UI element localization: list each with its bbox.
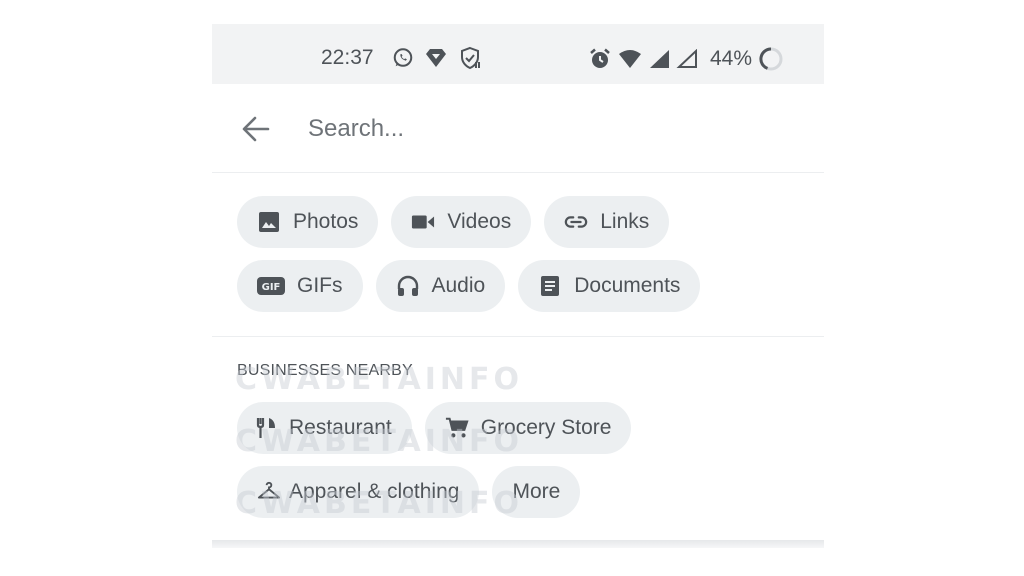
gif-icon: GIF: [257, 274, 285, 298]
wifi-icon: [618, 49, 642, 69]
status-bar: 22:37 44%: [212, 24, 824, 84]
restaurant-icon: [255, 416, 279, 440]
bottom-edge-shadow: [212, 540, 824, 548]
phone-screen: 22:37 44% Search... Photos Videos Links …: [212, 24, 824, 548]
search-bar: [212, 84, 824, 173]
whatsapp-icon: [392, 47, 414, 69]
chip-audio[interactable]: Audio: [375, 260, 506, 312]
chip-label: Videos: [447, 210, 512, 233]
chip-documents[interactable]: Documents: [518, 260, 701, 312]
chip-label: Documents: [574, 274, 681, 297]
business-category-chips: Restaurant Grocery Store Apparel & cloth…: [237, 402, 817, 530]
chip-more[interactable]: More: [492, 466, 581, 518]
hanger-icon: [257, 480, 281, 504]
chip-gifs[interactable]: GIF GIFs: [237, 260, 363, 312]
status-system-icons: 44%: [588, 46, 784, 72]
vpn-diamond-icon: [424, 48, 448, 68]
battery-percentage: 44%: [710, 47, 753, 70]
businesses-nearby-heading: BUSINESSES NEARBY: [237, 362, 413, 379]
chip-restaurant[interactable]: Restaurant: [237, 402, 412, 454]
chip-label: Restaurant: [289, 416, 392, 439]
status-notification-icons: [392, 46, 482, 70]
search-input[interactable]: [306, 110, 780, 148]
battery-ring-icon: [758, 46, 784, 72]
chip-videos[interactable]: Videos: [391, 196, 532, 248]
chip-row: Restaurant Grocery Store: [237, 402, 817, 454]
chip-label: Photos: [293, 210, 359, 233]
signal-icon: [648, 49, 670, 69]
chip-row: Apparel & clothing More: [237, 466, 817, 518]
chip-label: Grocery Store: [480, 416, 612, 439]
chip-row: GIF GIFs Audio Documents: [237, 260, 817, 312]
chip-photos[interactable]: Photos: [237, 196, 379, 248]
status-time: 22:37: [321, 46, 374, 69]
document-icon: [538, 274, 562, 298]
chip-label: Audio: [431, 274, 486, 297]
alarm-icon: [588, 47, 612, 71]
back-arrow-icon[interactable]: [240, 114, 272, 144]
shield-check-icon: [458, 46, 482, 70]
chip-links[interactable]: Links: [544, 196, 670, 248]
chip-label: Links: [600, 210, 650, 233]
videocam-icon: [411, 210, 435, 234]
chip-row: Photos Videos Links: [237, 196, 817, 248]
signal-empty-icon: [676, 49, 698, 69]
image-icon: [257, 210, 281, 234]
cart-icon: [445, 416, 469, 440]
svg-text:GIF: GIF: [262, 282, 281, 293]
chip-label: GIFs: [297, 274, 343, 297]
media-filter-chips: Photos Videos Links GIF GIFs Audio Docum…: [237, 196, 817, 324]
headphones-icon: [396, 274, 420, 298]
chip-label: Apparel & clothing: [289, 480, 460, 503]
chip-grocery-store[interactable]: Grocery Store: [424, 402, 632, 454]
chip-apparel-clothing[interactable]: Apparel & clothing: [237, 466, 480, 518]
chip-label: More: [512, 480, 561, 503]
section-divider: [212, 336, 824, 337]
link-icon: [564, 210, 588, 234]
